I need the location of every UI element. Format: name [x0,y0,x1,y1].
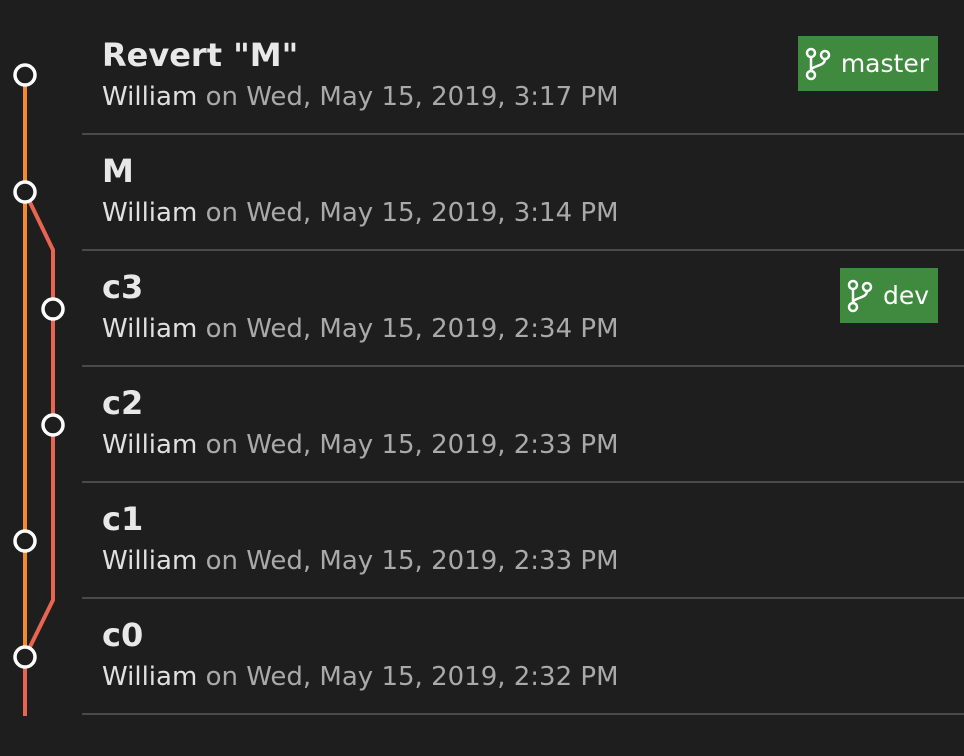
commit-author: William [102,198,198,228]
commit-on-text: on [205,82,238,112]
commit-row[interactable]: Revert "M" William on Wed, May 15, 2019,… [82,19,964,135]
commit-node-icon[interactable] [13,645,37,669]
commit-list: Revert "M" William on Wed, May 15, 2019,… [82,19,964,715]
commit-row[interactable]: c2 William on Wed, May 15, 2019, 2:33 PM [82,367,964,483]
branch-badge-master[interactable]: master [797,36,938,91]
commit-on-text: on [205,198,238,228]
commit-node-icon[interactable] [41,297,65,321]
commit-node-icon[interactable] [13,180,37,204]
commit-title: c2 [102,384,144,422]
commit-row[interactable]: M William on Wed, May 15, 2019, 3:14 PM [82,135,964,251]
branch-badge-dev[interactable]: dev [839,268,938,323]
git-branch-icon [847,279,873,312]
commit-on-text: on [205,314,238,344]
commit-title: c3 [102,268,144,306]
commit-author: William [102,82,198,112]
commit-date: Wed, May 15, 2019, 2:34 PM [246,314,619,344]
commit-on-text: on [205,662,238,692]
commit-row[interactable]: c0 William on Wed, May 15, 2019, 2:32 PM [82,599,964,715]
branch-badge-label: dev [882,281,929,310]
commit-meta: William on Wed, May 15, 2019, 2:33 PM [102,545,619,577]
commit-meta: William on Wed, May 15, 2019, 2:33 PM [102,429,619,461]
commit-date: Wed, May 15, 2019, 3:17 PM [246,82,619,112]
commit-date: Wed, May 15, 2019, 3:14 PM [246,198,619,228]
commit-date: Wed, May 15, 2019, 2:32 PM [246,662,619,692]
commit-row[interactable]: c3 William on Wed, May 15, 2019, 2:34 PM… [82,251,964,367]
commit-title: c0 [102,616,144,654]
commit-node-icon[interactable] [13,63,37,87]
commit-author: William [102,430,198,460]
commit-on-text: on [205,430,238,460]
commit-title: M [102,152,134,190]
commit-graph [13,63,65,716]
git-branch-icon [805,47,831,80]
commit-node-icon[interactable] [13,529,37,553]
commit-author: William [102,546,198,576]
commit-on-text: on [205,546,238,576]
commit-row[interactable]: c1 William on Wed, May 15, 2019, 2:33 PM [82,483,964,599]
commit-meta: William on Wed, May 15, 2019, 2:34 PM [102,313,619,345]
commit-title: Revert "M" [102,36,299,74]
commit-graph-view: Revert "M" William on Wed, May 15, 2019,… [0,0,964,756]
commit-meta: William on Wed, May 15, 2019, 2:32 PM [102,661,619,693]
commit-title: c1 [102,500,144,538]
branch-badge-label: master [840,49,929,78]
commit-meta: William on Wed, May 15, 2019, 3:14 PM [102,197,619,229]
commit-date: Wed, May 15, 2019, 2:33 PM [246,430,619,460]
commit-date: Wed, May 15, 2019, 2:33 PM [246,546,619,576]
commit-author: William [102,662,198,692]
commit-author: William [102,314,198,344]
commit-node-icon[interactable] [41,413,65,437]
commit-meta: William on Wed, May 15, 2019, 3:17 PM [102,81,619,113]
